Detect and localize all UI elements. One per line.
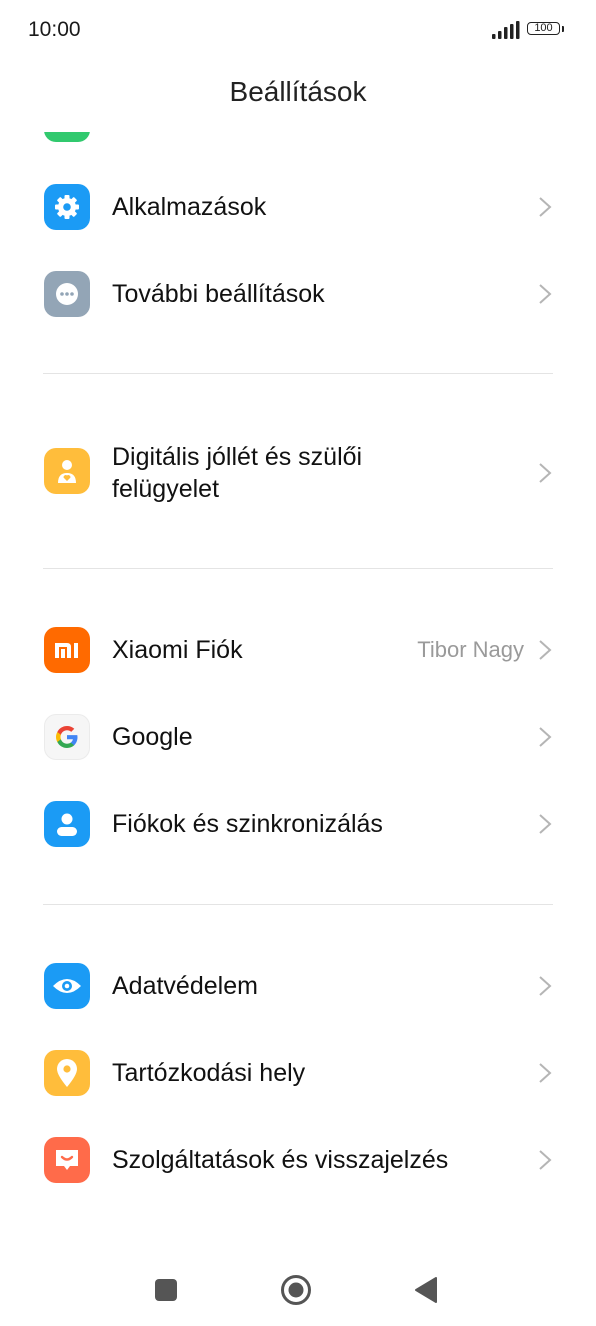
status-bar: 10:00 100 xyxy=(0,0,596,60)
back-triangle-icon[interactable] xyxy=(414,1276,438,1304)
chevron-right-icon xyxy=(539,463,552,483)
settings-item-google[interactable]: Google xyxy=(0,694,596,780)
google-icon xyxy=(44,714,90,760)
battery-tip xyxy=(562,26,564,32)
settings-item-digital-wellbeing[interactable]: Digitális jóllét és szülői felügyelet xyxy=(0,428,596,518)
settings-item-label: Adatvédelem xyxy=(112,972,258,1000)
navigation-bar xyxy=(0,1250,596,1326)
chevron-right-icon xyxy=(539,640,552,660)
settings-item-label: További beállítások xyxy=(112,280,325,308)
signal-icon xyxy=(492,21,520,39)
settings-item-apps[interactable]: Alkalmazások xyxy=(0,164,596,250)
chevron-right-icon xyxy=(539,727,552,747)
chevron-right-icon xyxy=(539,1150,552,1170)
settings-item-label: Szolgáltatások és visszajelzés xyxy=(112,1146,449,1174)
settings-item-privacy[interactable]: Adatvédelem xyxy=(0,943,596,1029)
settings-item-xiaomi-account[interactable]: Xiaomi Fiók Tibor Nagy xyxy=(0,607,596,693)
settings-item-label-line2: felügyelet xyxy=(112,475,220,503)
divider xyxy=(43,904,553,905)
divider xyxy=(43,568,553,569)
settings-item-more[interactable]: További beállítások xyxy=(0,251,596,337)
account-name-value: Tibor Nagy xyxy=(417,637,524,662)
settings-item-label: Google xyxy=(112,723,193,751)
settings-item-accounts-sync[interactable]: Fiókok és szinkronizálás xyxy=(0,781,596,867)
divider xyxy=(43,373,553,374)
location-pin-icon xyxy=(44,1050,90,1096)
settings-item-label: Xiaomi Fiók xyxy=(112,636,243,664)
wellbeing-icon xyxy=(44,448,90,494)
settings-item-label: Tartózkodási hely xyxy=(112,1059,306,1087)
settings-item-label: Fiókok és szinkronizálás xyxy=(112,810,383,838)
settings-item-services-feedback[interactable]: Szolgáltatások és visszajelzés xyxy=(0,1117,596,1203)
settings-item-location[interactable]: Tartózkodási hely xyxy=(0,1030,596,1116)
page-title: Beállítások xyxy=(229,76,367,107)
mi-logo-icon xyxy=(44,627,90,673)
chevron-right-icon xyxy=(539,814,552,834)
more-dots-icon xyxy=(44,271,90,317)
battery-icon: 100 xyxy=(527,22,560,35)
chevron-right-icon xyxy=(539,976,552,996)
status-time: 10:00 xyxy=(28,18,81,41)
settings-item-label: Alkalmazások xyxy=(112,193,267,221)
partial-item-icon xyxy=(44,132,90,142)
feedback-icon xyxy=(44,1137,90,1183)
battery-level: 100 xyxy=(534,22,553,34)
recents-square-icon[interactable] xyxy=(154,1278,178,1302)
eye-icon xyxy=(44,963,90,1009)
settings-item-label: Digitális jóllét és szülői xyxy=(112,443,363,471)
chevron-right-icon xyxy=(539,197,552,217)
chevron-right-icon xyxy=(539,284,552,304)
account-icon xyxy=(44,801,90,847)
home-circle-icon[interactable] xyxy=(280,1274,312,1306)
chevron-right-icon xyxy=(539,1063,552,1083)
gear-icon xyxy=(44,184,90,230)
